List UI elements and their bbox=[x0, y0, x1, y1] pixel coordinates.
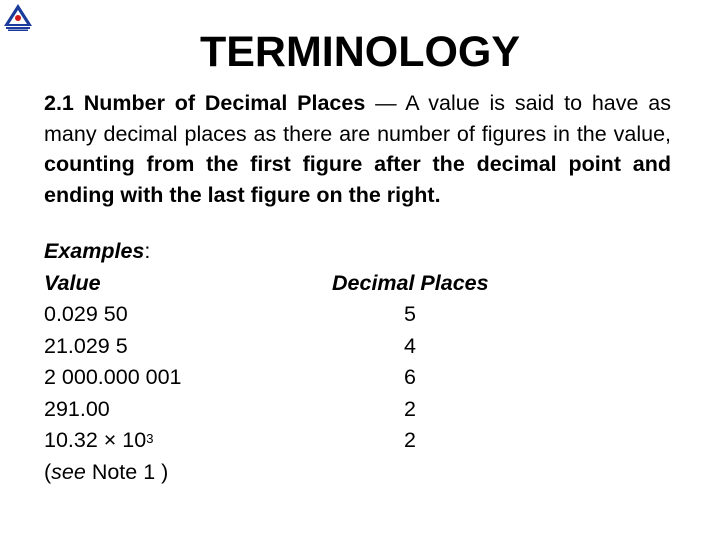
example-row: 0.029 50 5 bbox=[44, 299, 644, 331]
example-row: 2 000.000 001 6 bbox=[44, 362, 644, 394]
example-row: 21.029 5 4 bbox=[44, 331, 644, 363]
dash: — bbox=[365, 91, 406, 115]
example-places: 2 bbox=[404, 428, 416, 452]
example-row: 10.32 × 103 2 bbox=[44, 425, 644, 457]
example-places: 5 bbox=[404, 302, 416, 326]
examples-label-row: Examples: bbox=[44, 236, 644, 268]
section-heading: 2.1 Number of Decimal Places bbox=[44, 91, 366, 115]
definition-paragraph: 2.1 Number of Decimal Places — A value i… bbox=[44, 88, 671, 210]
example-value: 291.00 bbox=[44, 396, 110, 421]
example-row: 291.00 2 bbox=[44, 394, 644, 426]
examples-header-row: Value Decimal Places bbox=[44, 268, 644, 300]
column-header-value: Value bbox=[44, 270, 101, 295]
note-see: see bbox=[51, 459, 86, 484]
examples-colon: : bbox=[144, 239, 151, 263]
note-reference: Note 1 ) bbox=[85, 459, 169, 484]
example-value: 2 000.000 001 bbox=[44, 365, 182, 389]
example-places: 6 bbox=[404, 365, 416, 389]
example-value-exponent: 3 bbox=[146, 431, 154, 446]
examples-section: Examples: Value Decimal Places 0.029 50 … bbox=[44, 236, 644, 488]
definition-bold-text: counting from the first figure after the… bbox=[44, 152, 671, 207]
example-value: 21.029 5 bbox=[44, 333, 128, 358]
page-title: TERMINOLOGY bbox=[199, 28, 521, 76]
example-places: 2 bbox=[404, 396, 416, 421]
example-places: 4 bbox=[404, 333, 416, 358]
example-value: 10.32 × 103 bbox=[44, 425, 153, 457]
note-row: (see Note 1 ) bbox=[44, 457, 644, 489]
example-value-base: 10.32 × 10 bbox=[44, 428, 147, 452]
column-header-decimal-places: Decimal Places bbox=[332, 270, 489, 295]
example-value: 0.029 50 bbox=[44, 302, 128, 326]
examples-label: Examples bbox=[44, 239, 145, 263]
